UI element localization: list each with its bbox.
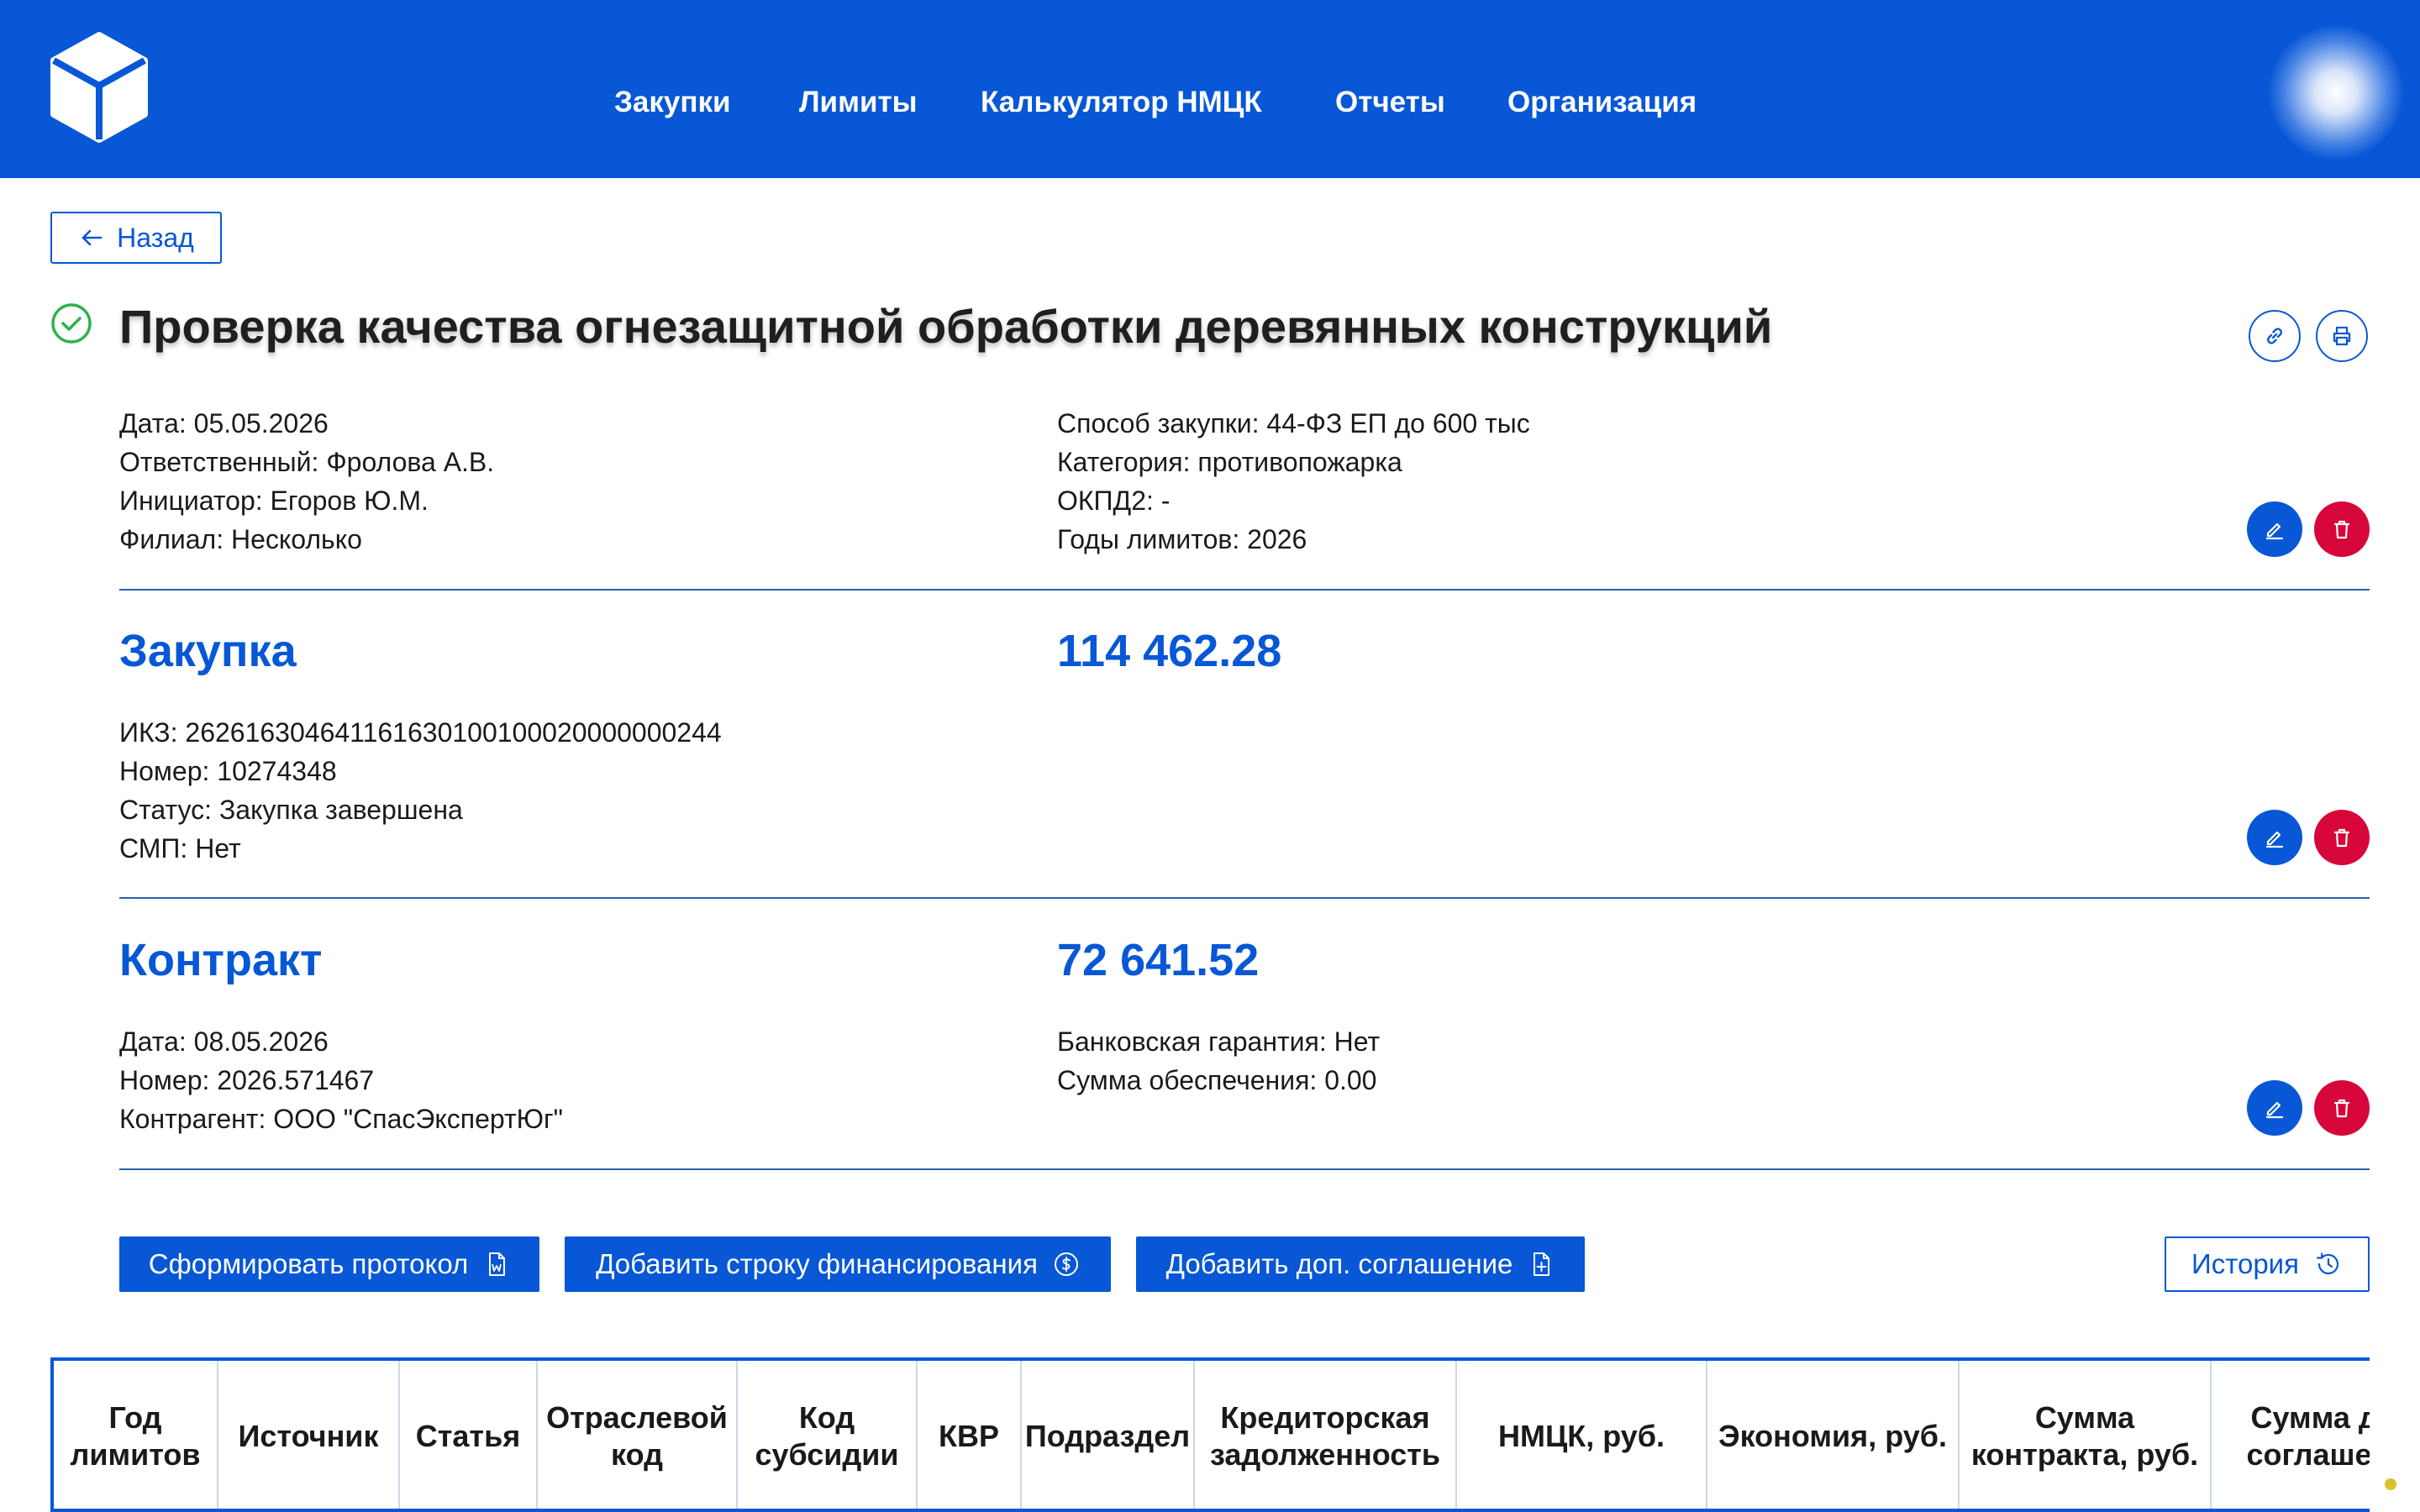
- general-info-left: Дата: 05.05.2026 Ответственный: Фролова …: [119, 404, 494, 559]
- nav-item-nmck-calculator[interactable]: Калькулятор НМЦК: [981, 87, 1262, 117]
- history-button[interactable]: История: [2165, 1236, 2370, 1292]
- top-navbar: Закупки Лимиты Калькулятор НМЦК Отчеты О…: [0, 0, 2420, 178]
- nav-item-reports[interactable]: Отчеты: [1335, 87, 1445, 117]
- arrow-left-icon: [82, 229, 103, 246]
- column-header-subsection[interactable]: Подраздел: [1022, 1361, 1195, 1509]
- print-button[interactable]: [2316, 310, 2368, 362]
- back-label: Назад: [117, 222, 194, 253]
- info-initiator: Инициатор: Егоров Ю.М.: [119, 486, 429, 516]
- table-header-row: Год лимитов Источник Статья Отраслевой к…: [54, 1361, 2370, 1509]
- add-agreement-label: Добавить доп. соглашение: [1165, 1248, 1513, 1279]
- add-financing-row-button[interactable]: Добавить строку финансирования: [565, 1236, 1111, 1292]
- purchase-smp: СМП: Нет: [119, 833, 241, 864]
- contract-counterparty: Контрагент: ООО "СпасЭкспертЮг": [119, 1104, 563, 1134]
- edit-icon: [2265, 831, 2284, 848]
- purchase-status: Статус: Закупка завершена: [119, 795, 463, 825]
- column-header-nmck[interactable]: НМЦК, руб.: [1457, 1361, 1707, 1509]
- back-button[interactable]: Назад: [50, 212, 222, 264]
- print-icon: [2333, 326, 2351, 346]
- column-header-article[interactable]: Статья: [400, 1361, 538, 1509]
- word-file-icon: [489, 1252, 506, 1276]
- column-header-limit-year[interactable]: Год лимитов: [54, 1361, 218, 1509]
- edit-icon: [2265, 522, 2284, 540]
- column-header-subsidy-code[interactable]: Код субсидии: [738, 1361, 918, 1509]
- contract-number: Номер: 2026.571467: [119, 1065, 375, 1095]
- dollar-circle-icon: [1054, 1252, 1078, 1276]
- info-branch: Филиал: Несколько: [119, 524, 362, 554]
- edit-icon: [2265, 1101, 2284, 1119]
- financing-table: Год лимитов Источник Статья Отраслевой к…: [50, 1357, 2370, 1512]
- purchase-ikz: ИКЗ: 26261630464116163010010002000000024…: [119, 717, 722, 748]
- delete-contract-button[interactable]: [2314, 1080, 2370, 1136]
- nav-item-organization[interactable]: Организация: [1507, 87, 1697, 117]
- copy-link-button[interactable]: [2249, 310, 2301, 362]
- generate-protocol-label: Сформировать протокол: [148, 1248, 469, 1279]
- delete-general-button[interactable]: [2314, 501, 2370, 557]
- contract-security-amount: Сумма обеспечения: 0.00: [1057, 1065, 1377, 1095]
- info-date: Дата: 05.05.2026: [119, 408, 329, 438]
- contract-date: Дата: 08.05.2026: [119, 1026, 329, 1057]
- nav-item-limits[interactable]: Лимиты: [799, 87, 918, 117]
- column-header-industry-code[interactable]: Отраслевой код: [538, 1361, 738, 1509]
- contract-bank-guarantee: Банковская гарантия: Нет: [1057, 1026, 1381, 1057]
- purchase-section-title: Закупка: [119, 626, 297, 676]
- add-agreement-button[interactable]: Добавить доп. соглашение: [1136, 1236, 1585, 1292]
- contract-section-title: Контракт: [119, 935, 323, 985]
- page-title: Проверка качества огнезащитной обработки…: [119, 300, 1773, 353]
- scroll-indicator: [2385, 1478, 2396, 1490]
- purchase-number: Номер: 10274348: [119, 756, 337, 786]
- delete-purchase-button[interactable]: [2314, 810, 2370, 865]
- divider: [119, 1168, 2370, 1170]
- purchase-amount: 114 462.28: [1057, 626, 1282, 676]
- info-category: Категория: противопожарка: [1057, 447, 1402, 477]
- file-plus-icon: [1534, 1252, 1550, 1276]
- edit-purchase-button[interactable]: [2247, 810, 2302, 865]
- info-okpd2: ОКПД2: -: [1057, 486, 1171, 516]
- trash-icon: [2333, 520, 2350, 539]
- purchase-info: ИКЗ: 26261630464116163010010002000000024…: [119, 713, 722, 868]
- info-purchase-method: Способ закупки: 44-ФЗ ЕП до 600 тыс: [1057, 408, 1530, 438]
- trash-icon: [2333, 1099, 2350, 1118]
- column-header-source[interactable]: Источник: [218, 1361, 400, 1509]
- info-responsible: Ответственный: Фролова А.В.: [119, 447, 495, 477]
- nav-item-purchases[interactable]: Закупки: [614, 87, 731, 117]
- column-header-accounts-payable[interactable]: Кредиторская задолженность: [1195, 1361, 1457, 1509]
- column-header-savings[interactable]: Экономия, руб.: [1707, 1361, 1960, 1509]
- edit-general-button[interactable]: [2247, 501, 2302, 557]
- column-header-agreements-sum[interactable]: Сумма доп. соглашений: [2212, 1361, 2370, 1509]
- check-circle-icon: [51, 303, 92, 344]
- contract-info-left: Дата: 08.05.2026 Номер: 2026.571467 Конт…: [119, 1022, 563, 1138]
- add-financing-row-label: Добавить строку финансирования: [596, 1248, 1038, 1279]
- cube-logo-icon[interactable]: [47, 30, 151, 144]
- column-header-contract-sum[interactable]: Сумма контракта, руб.: [1960, 1361, 2212, 1509]
- general-info-right: Способ закупки: 44-ФЗ ЕП до 600 тыс Кате…: [1057, 404, 1530, 559]
- generate-protocol-button[interactable]: Сформировать протокол: [119, 1236, 539, 1292]
- user-avatar[interactable]: [2269, 25, 2403, 160]
- contract-amount: 72 641.52: [1057, 935, 1260, 985]
- divider: [119, 589, 2370, 591]
- history-label: История: [2191, 1248, 2299, 1279]
- trash-icon: [2333, 828, 2350, 848]
- info-limit-years: Годы лимитов: 2026: [1057, 524, 1307, 554]
- divider: [119, 897, 2370, 899]
- history-clock-icon: [2317, 1252, 2339, 1275]
- link-icon: [2267, 328, 2282, 344]
- column-header-kvr[interactable]: КВР: [918, 1361, 1022, 1509]
- edit-contract-button[interactable]: [2247, 1080, 2302, 1136]
- contract-info-right: Банковская гарантия: Нет Сумма обеспечен…: [1057, 1022, 1380, 1100]
